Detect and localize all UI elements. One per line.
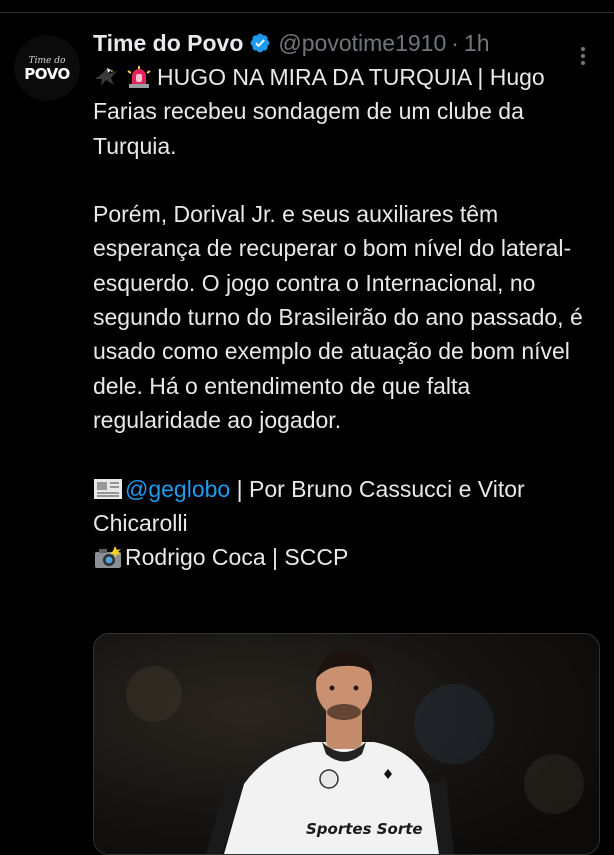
tweet-paragraph-2: Porém, Dorival Jr. e seus auxiliares têm… [93, 201, 583, 433]
author-name[interactable]: Time do Povo [93, 30, 243, 57]
mention-link[interactable]: @geglobo [125, 476, 230, 502]
avatar-main-text: POVO [24, 64, 70, 83]
top-divider [0, 0, 614, 13]
tweet-media-image[interactable]: Sportes Sorte [93, 633, 600, 855]
avatar[interactable]: Time do POVO [14, 35, 80, 101]
tweet-card[interactable]: Time do POVO Time do Povo @povotime1910 … [0, 13, 614, 855]
photo-credit-text: Rodrigo Coca | SCCP [125, 544, 349, 571]
credit-line: @geglobo | Por Bruno Cassucci e Vitor Ch… [93, 472, 598, 541]
siren-emoji-icon [125, 64, 153, 88]
tweet-text: HUGO NA MIRA DA TURQUIA | Hugo Farias re… [93, 60, 598, 574]
newspaper-emoji-icon [93, 476, 122, 500]
timestamp[interactable]: 1h [464, 30, 490, 57]
tweet-header: Time do Povo @povotime1910 · 1h [93, 28, 490, 58]
camera-flash-emoji-icon [93, 544, 121, 569]
jersey-sponsor-text: Sportes Sorte [306, 820, 423, 838]
author-handle[interactable]: @povotime1910 [278, 30, 446, 57]
eagle-emoji-icon [93, 64, 121, 88]
verified-badge-icon[interactable] [249, 32, 271, 54]
photo-credit-line: Rodrigo Coca | SCCP [93, 540, 598, 574]
headline-text: HUGO NA MIRA DA TURQUIA | Hugo Farias re… [93, 64, 545, 159]
separator-dot: · [451, 29, 459, 56]
tweet-paragraph-1: HUGO NA MIRA DA TURQUIA | Hugo Farias re… [93, 60, 598, 163]
